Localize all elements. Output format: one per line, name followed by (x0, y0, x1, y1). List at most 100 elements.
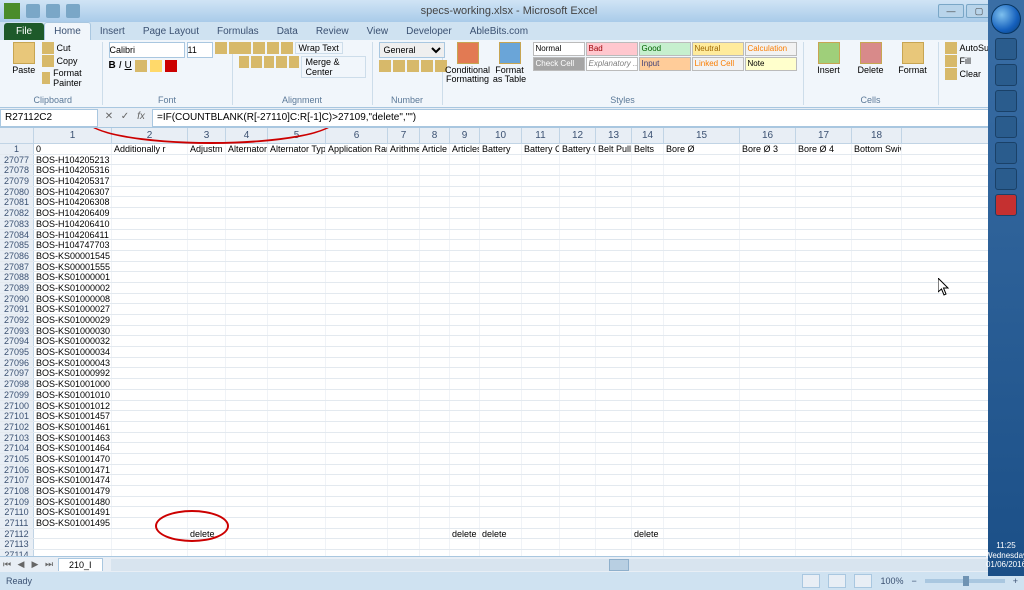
cell[interactable]: BOS-KS01000029 (34, 315, 112, 325)
cell[interactable] (480, 443, 522, 453)
tab-review[interactable]: Review (307, 23, 358, 40)
cell[interactable] (796, 208, 852, 218)
cell[interactable] (632, 294, 664, 304)
cell[interactable] (112, 326, 188, 336)
cell[interactable] (740, 390, 796, 400)
cell[interactable] (420, 251, 450, 261)
cell[interactable] (664, 251, 740, 261)
cell[interactable] (664, 550, 740, 556)
cell[interactable] (740, 379, 796, 389)
cell[interactable] (388, 294, 420, 304)
cell[interactable] (420, 336, 450, 346)
cell[interactable] (664, 336, 740, 346)
cell[interactable] (326, 165, 388, 175)
cell[interactable] (560, 283, 596, 293)
cell[interactable] (560, 304, 596, 314)
cell[interactable] (226, 208, 268, 218)
enter-formula-icon[interactable]: ✓ (118, 111, 132, 125)
cell[interactable] (796, 176, 852, 186)
cell[interactable] (388, 411, 420, 421)
cell[interactable] (188, 486, 226, 496)
fx-icon[interactable]: fx (134, 111, 148, 125)
cell[interactable] (522, 390, 560, 400)
cell[interactable] (188, 197, 226, 207)
cell[interactable] (560, 155, 596, 165)
cell[interactable] (450, 176, 480, 186)
cell[interactable] (388, 219, 420, 229)
row-header[interactable]: 27100 (0, 401, 34, 411)
conditional-formatting-button[interactable]: Conditional Formatting (449, 42, 487, 84)
cell[interactable] (450, 486, 480, 496)
cell[interactable] (522, 283, 560, 293)
cell[interactable] (188, 240, 226, 250)
align-mid-icon[interactable] (253, 42, 265, 54)
cell[interactable] (560, 401, 596, 411)
cell[interactable] (112, 390, 188, 400)
cell[interactable] (480, 550, 522, 556)
sheet-nav-prev[interactable]: ◀ (14, 559, 28, 570)
cell[interactable] (326, 240, 388, 250)
cell[interactable]: delete (480, 529, 522, 539)
cell[interactable] (632, 197, 664, 207)
table-row[interactable]: 27082BOS-H104206409 (0, 208, 1024, 219)
cell[interactable]: BOS-KS01001012 (34, 401, 112, 411)
format-as-table-button[interactable]: Format as Table (491, 42, 529, 84)
row-header[interactable]: 27093 (0, 326, 34, 336)
cell[interactable] (268, 176, 326, 186)
cell[interactable] (480, 358, 522, 368)
cell[interactable] (226, 379, 268, 389)
cell[interactable] (560, 443, 596, 453)
cell[interactable] (480, 486, 522, 496)
zoom-in-button[interactable]: + (1013, 576, 1018, 586)
tab-view[interactable]: View (358, 23, 398, 40)
cell[interactable] (388, 379, 420, 389)
row-header[interactable]: 27113 (0, 539, 34, 549)
indent-inc-icon[interactable] (289, 56, 300, 68)
cell[interactable] (420, 304, 450, 314)
cell[interactable] (796, 443, 852, 453)
cell[interactable] (268, 422, 326, 432)
cell[interactable] (112, 379, 188, 389)
cell[interactable] (852, 422, 902, 432)
cell[interactable] (420, 539, 450, 549)
cell[interactable] (268, 465, 326, 475)
row-header[interactable]: 27106 (0, 465, 34, 475)
cell[interactable]: delete (450, 529, 480, 539)
cell[interactable] (852, 272, 902, 282)
cell[interactable] (450, 539, 480, 549)
cell[interactable] (388, 315, 420, 325)
cell[interactable] (226, 550, 268, 556)
cell[interactable] (188, 358, 226, 368)
cell[interactable] (450, 507, 480, 517)
cell[interactable] (596, 315, 632, 325)
cell[interactable] (522, 443, 560, 453)
style-linked-cell[interactable]: Linked Cell (692, 57, 744, 71)
col-header[interactable]: 4 (226, 128, 268, 143)
select-all-corner[interactable] (0, 128, 34, 143)
cell[interactable] (522, 197, 560, 207)
cell[interactable] (112, 358, 188, 368)
row-header[interactable]: 27079 (0, 176, 34, 186)
cell[interactable] (420, 529, 450, 539)
cell[interactable] (420, 379, 450, 389)
cell[interactable] (226, 176, 268, 186)
cell[interactable] (226, 465, 268, 475)
cell[interactable] (420, 411, 450, 421)
cell[interactable] (268, 433, 326, 443)
cell[interactable] (388, 176, 420, 186)
cell[interactable] (664, 368, 740, 378)
cell[interactable] (664, 454, 740, 464)
row-header[interactable]: 27087 (0, 262, 34, 272)
cell[interactable] (188, 155, 226, 165)
system-clock[interactable]: 11:25 Wednesday 01/06/2016 (985, 541, 1024, 576)
cell[interactable] (596, 390, 632, 400)
currency-icon[interactable] (379, 60, 391, 72)
cell[interactable] (326, 411, 388, 421)
cell[interactable] (450, 390, 480, 400)
cell[interactable] (796, 497, 852, 507)
cell[interactable] (450, 165, 480, 175)
cell[interactable] (112, 155, 188, 165)
row-header[interactable]: 27088 (0, 272, 34, 282)
cell[interactable] (480, 155, 522, 165)
cell[interactable] (740, 401, 796, 411)
